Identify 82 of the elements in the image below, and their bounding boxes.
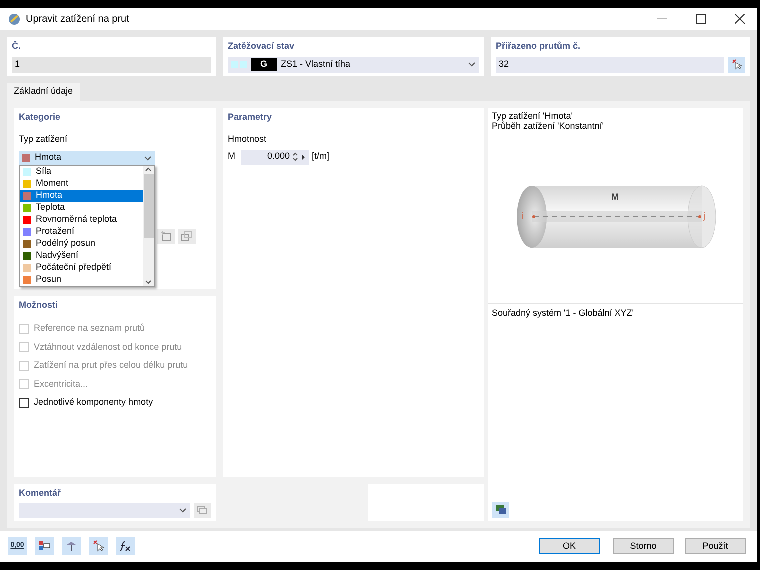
mass-input[interactable]: 0.000 [241,150,309,164]
spinner-icon[interactable] [293,152,298,162]
play-icon[interactable] [301,154,306,160]
section-title: Přiřazeno prutům č. [496,40,582,53]
chevron-down-icon [144,156,152,160]
view-button[interactable] [492,502,509,518]
node-label: j [704,210,706,223]
option-label: Podélný posun [36,236,96,250]
preview-text: Průběh zatížení 'Konstantní' [492,120,606,130]
load-case-dropdown[interactable]: G ZS1 - Vlastní tíha [228,56,479,72]
chevron-down-icon [179,508,187,513]
checkbox-label: Reference na seznam prutů [34,322,146,335]
app-icon [8,12,21,26]
coordinate-system-text: Souřadný systém '1 - Globální XYZ' [492,306,635,320]
input-value: 0.000 [267,150,290,164]
copy-icon [197,506,208,515]
dropdown-option[interactable]: Teplota [20,202,143,214]
members-field[interactable]: 32 [496,56,724,72]
tab[interactable]: Základní údaje [7,82,80,100]
preview-text: Typ zatížení 'Hmota' [492,110,574,120]
dropdown-option[interactable]: Protažení [20,226,143,238]
section-title: Parametry [228,110,274,124]
dropdown-option[interactable]: Posun [20,274,143,286]
option-label: Protažení [36,224,75,238]
pick-button[interactable] [728,56,745,72]
function-icon [119,540,132,552]
load-case-value: ZS1 - Vlastní tíha [281,58,352,71]
mass-label: M [612,190,619,204]
dropdown-option[interactable]: Nadvýšení [20,250,143,262]
group-label: Hmotnost [228,133,268,146]
chevron-down-icon [468,62,476,67]
section-title: Možnosti [19,298,59,312]
copy-icon [181,230,193,242]
symbol-label: M [228,150,236,164]
chevron-down-icon [145,278,152,286]
dropdown-option[interactable]: Počáteční předpětí [20,262,143,274]
checkbox[interactable]: Jednotlivé komponenty hmoty [19,396,211,410]
section-title: Č. [12,40,22,53]
dropdown-option[interactable]: Rovnoměrná teplota [20,214,143,226]
option-label: Teplota [36,200,66,214]
toolbar-button[interactable] [116,537,135,556]
maximize-icon[interactable] [696,14,706,24]
scrollbar-thumb[interactable] [144,174,154,238]
copy-button[interactable] [178,228,196,244]
dropdown-value: Hmota [35,151,63,164]
number-field[interactable]: 1 [12,56,211,72]
option-label: Nadvýšení [36,248,79,262]
unit-label: [t/m] [312,150,330,164]
new-button[interactable] [157,228,175,244]
section-title: Zatěžovací stav [228,40,296,53]
color-table-icon [38,540,51,552]
option-label: Počáteční předpětí [36,260,112,274]
option-label: Rovnoměrná teplota [36,212,118,226]
checkbox-label: Jednotlivé komponenty hmoty [34,396,154,409]
option-label: Posun [36,272,62,286]
checkbox-label: Zatížení na prut přes celou délku prutu [34,359,188,372]
field-label: Typ zatížení [19,133,69,146]
cursor-icon [732,59,742,70]
node-label: i [522,210,524,222]
load-type-dropdown[interactable]: Hmota [19,150,155,166]
close-icon[interactable] [735,14,745,24]
cursor-icon [92,540,105,552]
dropdown-option[interactable]: Hmota [20,190,143,202]
window-title: Upravit zatížení na prut [26,12,130,26]
section-title: Komentář [19,486,62,500]
new-item-icon [160,230,172,242]
option-label: Hmota [36,188,63,202]
dropdown-option[interactable]: Moment [20,178,143,190]
section-title: Kategorie [19,110,62,124]
dropdown-option[interactable]: Síla [20,166,143,178]
dropdown-option[interactable]: Podélný posun [20,238,143,250]
dialog-button[interactable]: Použít [685,538,746,554]
option-label: Moment [36,176,69,190]
checkbox-label: Excentricita... [34,378,88,390]
image-icon [494,504,506,515]
dialog-button[interactable]: Storno [613,538,674,554]
category-tag: G [251,58,277,72]
dialog-button[interactable]: OK [539,538,600,554]
scrollbar[interactable] [143,166,154,286]
option-label: Síla [36,164,52,178]
chevron-up-icon [145,166,152,174]
checkbox-label: Vztáhnout vzdálenost od konce prutu [34,340,182,354]
